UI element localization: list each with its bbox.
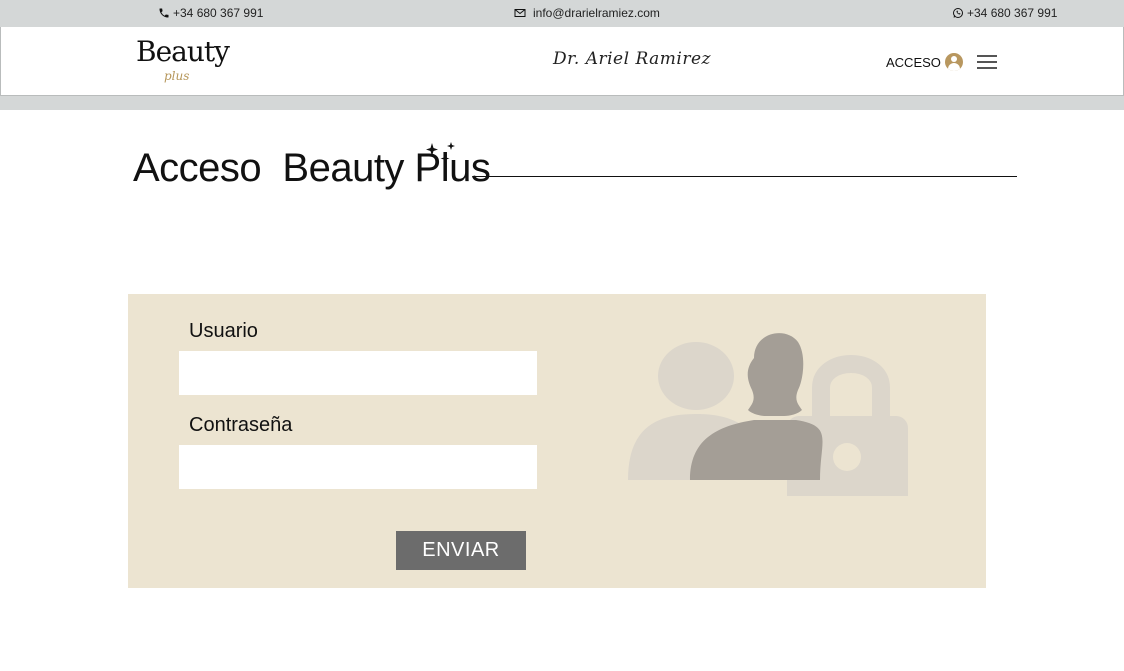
header-divider-strip: [0, 96, 1124, 110]
acceso-link[interactable]: ACCESO: [886, 53, 963, 71]
password-input[interactable]: [179, 445, 537, 489]
usuario-label: Usuario: [189, 320, 258, 342]
whatsapp-icon: [953, 8, 963, 18]
site-header: Beauty plus Dr. Ariel Ramirez ACCESO: [0, 27, 1124, 96]
title-divider-line: [474, 176, 1017, 177]
email-link[interactable]: info@drarielramiez.com: [514, 6, 660, 20]
whatsapp-number: +34 680 367 991: [967, 6, 1058, 20]
acceso-label: ACCESO: [886, 54, 941, 70]
sparkle-icon: [426, 142, 455, 163]
phone-link[interactable]: +34 680 367 991: [158, 6, 263, 20]
logo-sub: plus: [164, 69, 190, 83]
password-label: Contraseña: [189, 414, 293, 436]
phone-icon: [159, 8, 169, 18]
hamburger-menu-icon[interactable]: [977, 55, 997, 69]
beauty-plus-logo[interactable]: Beauty plus: [136, 35, 230, 95]
email-address: info@drarielramiez.com: [533, 6, 660, 20]
mail-icon: [514, 9, 526, 17]
user-circle-icon: [944, 53, 963, 71]
usuario-input[interactable]: [179, 351, 537, 395]
login-panel: Usuario Contraseña ENVIAR: [128, 294, 986, 588]
users-lock-illustration: [628, 333, 908, 496]
phone-number: +34 680 367 991: [173, 6, 264, 20]
doctor-signature-logo[interactable]: Dr. Ariel Ramirez: [553, 49, 711, 69]
top-contact-bar: +34 680 367 991 info@drarielramiez.com +…: [0, 0, 1124, 27]
whatsapp-link[interactable]: +34 680 367 991: [952, 6, 1057, 20]
enviar-button[interactable]: ENVIAR: [396, 531, 526, 570]
logo-word: Beauty: [136, 35, 230, 68]
